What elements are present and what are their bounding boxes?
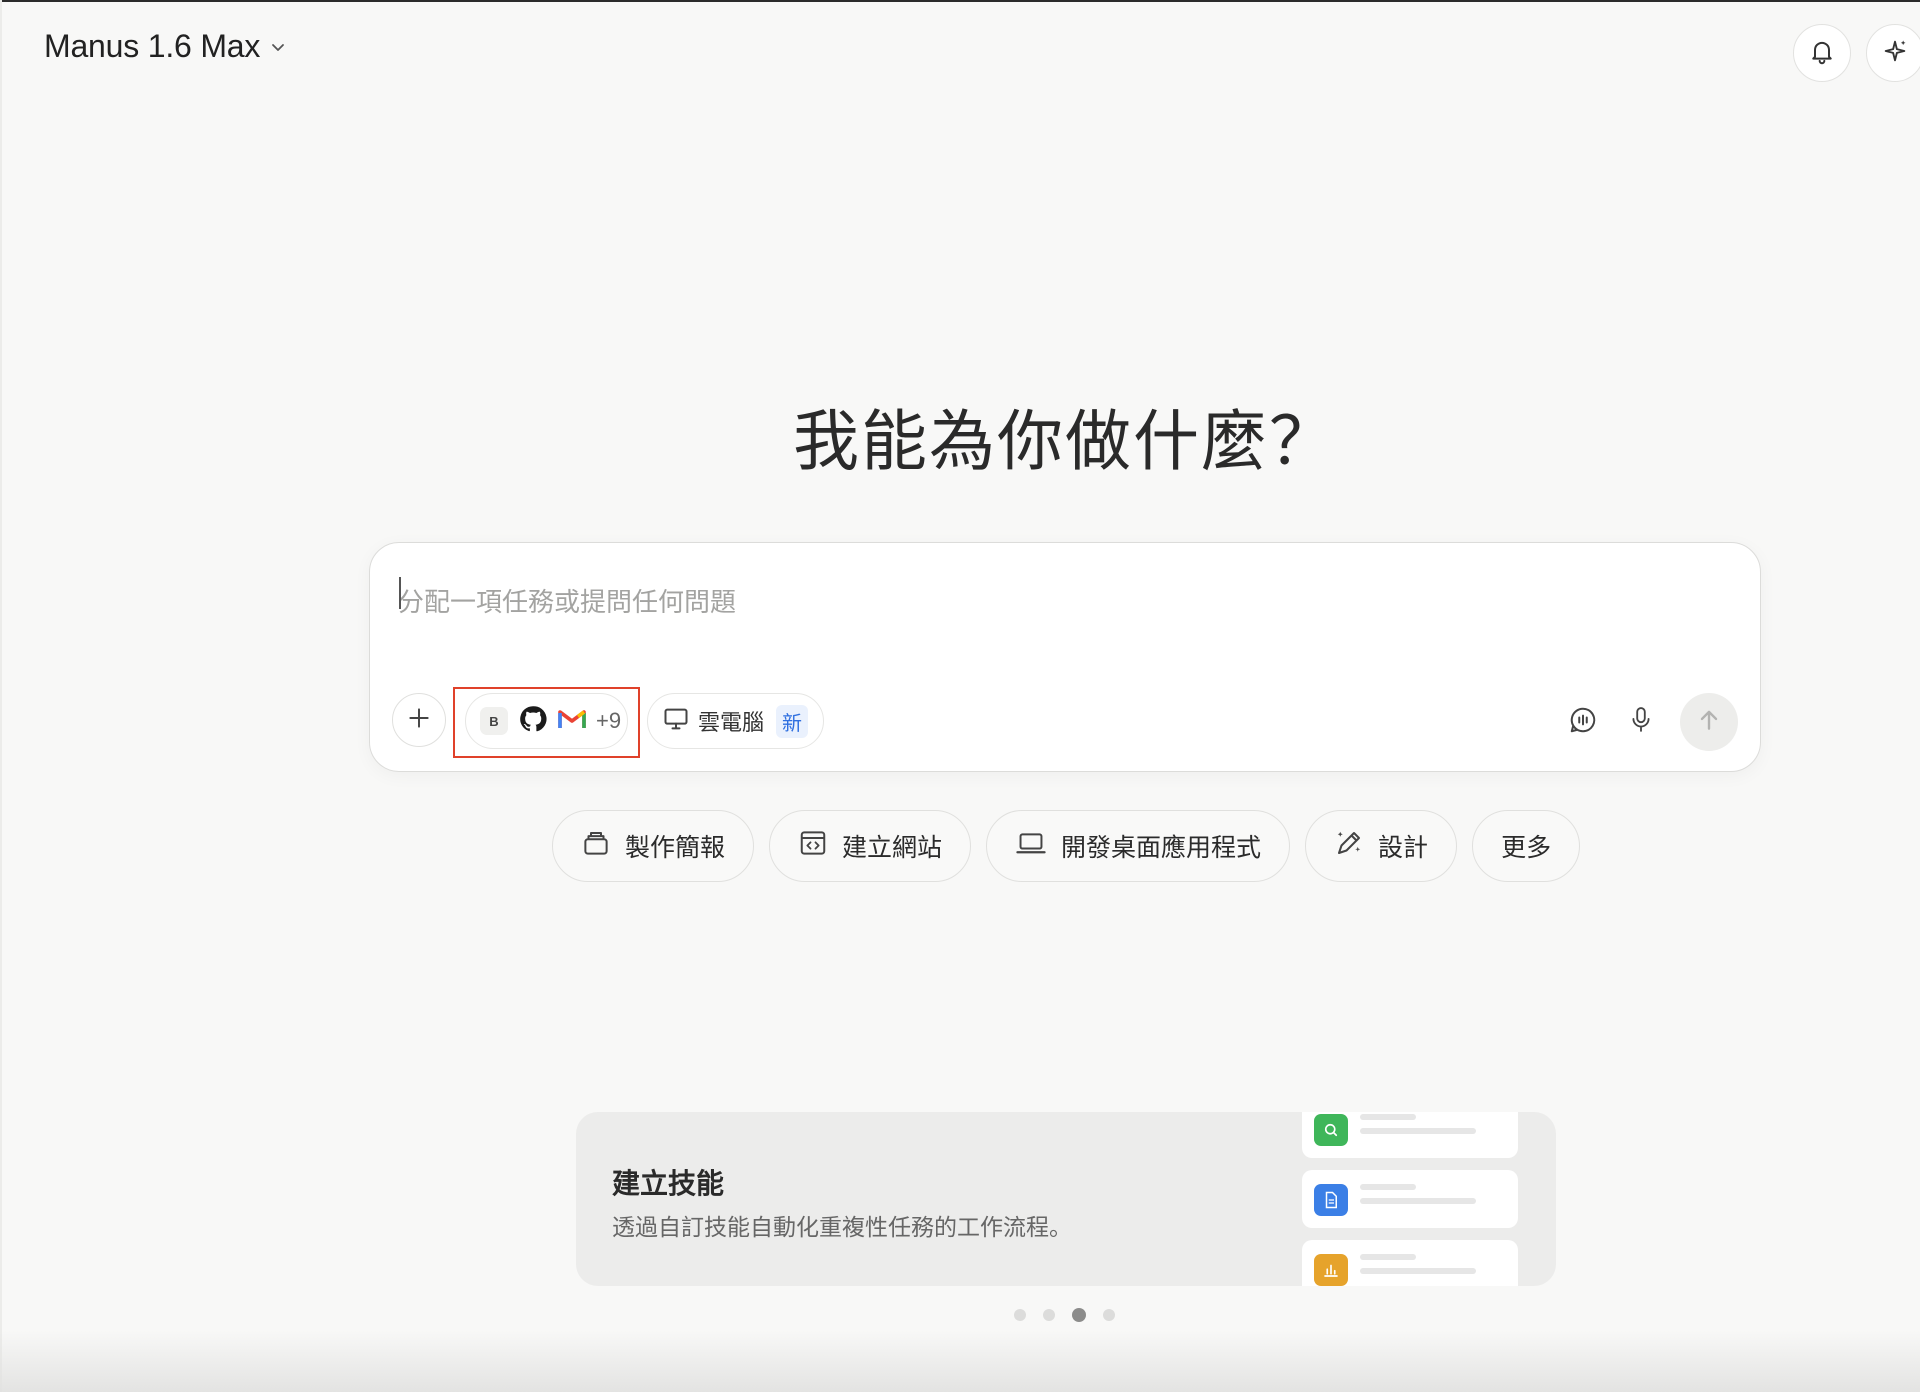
skill-promo-card[interactable]: 建立技能 透過自訂技能自動化重複性任務的工作流程。	[576, 1112, 1556, 1286]
placeholder-line	[1360, 1184, 1416, 1190]
chip-label: 設計	[1378, 833, 1429, 862]
monitor-icon	[662, 705, 690, 737]
sparkle-icon	[1881, 37, 1909, 69]
carousel-pagination	[1014, 1308, 1115, 1322]
website-icon	[798, 828, 828, 864]
skill-card-title: 建立技能	[612, 1167, 725, 1200]
microphone-button[interactable]	[1618, 699, 1664, 745]
microphone-icon	[1628, 705, 1654, 739]
suggestion-chips: 製作簡報 建立網站 開發桌面應用程式 設計 更多	[552, 810, 1581, 882]
bottom-fade	[0, 1330, 1920, 1392]
chip-make-slides[interactable]: 製作簡報	[552, 810, 755, 882]
ai-assist-button[interactable]	[1866, 24, 1920, 82]
mini-card-search	[1302, 1112, 1518, 1158]
top-border	[0, 0, 1920, 2]
laptop-icon	[1015, 828, 1047, 864]
model-name: Manus 1.6 Max	[44, 28, 261, 64]
pagination-dot[interactable]	[1103, 1309, 1115, 1321]
placeholder-line	[1360, 1128, 1476, 1134]
arrow-up-icon	[1696, 707, 1722, 737]
chip-label: 製作簡報	[625, 833, 726, 862]
chip-build-website[interactable]: 建立網站	[769, 810, 972, 882]
chip-label: 更多	[1501, 833, 1552, 862]
model-selector[interactable]: Manus 1.6 Max	[44, 28, 286, 65]
chip-label: 開發桌面應用程式	[1061, 833, 1262, 862]
bar-chart-icon	[1314, 1254, 1348, 1286]
chip-label: 建立網站	[842, 833, 943, 862]
mini-card-chart	[1302, 1240, 1518, 1286]
task-composer: B +9 雲電腦 新	[369, 542, 1761, 772]
chip-more[interactable]: 更多	[1472, 810, 1581, 882]
slides-icon	[581, 828, 611, 864]
skill-card-description: 透過自訂技能自動化重複性任務的工作流程。	[612, 1215, 1072, 1241]
search-icon	[1314, 1114, 1348, 1146]
placeholder-line	[1360, 1254, 1416, 1260]
connectors-highlight-box	[453, 687, 640, 758]
chip-design[interactable]: 設計	[1305, 810, 1458, 882]
cloud-computer-label: 雲電腦	[698, 711, 765, 736]
pagination-dot[interactable]	[1014, 1309, 1026, 1321]
task-input[interactable]	[398, 573, 1698, 633]
document-icon	[1314, 1184, 1348, 1216]
bell-icon	[1808, 37, 1836, 69]
plus-icon	[406, 705, 432, 735]
left-border	[0, 0, 2, 1392]
pagination-dot[interactable]	[1043, 1309, 1055, 1321]
design-icon	[1334, 828, 1364, 864]
voice-chat-button[interactable]	[1560, 699, 1606, 745]
mini-card-document	[1302, 1170, 1518, 1228]
text-caret	[399, 577, 401, 609]
pagination-dot-active[interactable]	[1072, 1308, 1086, 1322]
chevron-down-icon	[270, 39, 286, 55]
placeholder-line	[1360, 1268, 1476, 1274]
add-attachment-button[interactable]	[392, 693, 446, 747]
send-button[interactable]	[1680, 693, 1738, 751]
new-badge: 新	[776, 704, 809, 738]
page-title: 我能為你做什麼？	[793, 403, 1337, 480]
notifications-button[interactable]	[1793, 24, 1851, 82]
placeholder-line	[1360, 1198, 1476, 1204]
chip-desktop-app[interactable]: 開發桌面應用程式	[986, 810, 1291, 882]
cloud-computer-button[interactable]: 雲電腦 新	[647, 693, 824, 749]
placeholder-line	[1360, 1114, 1416, 1120]
chat-wave-icon	[1568, 705, 1598, 739]
